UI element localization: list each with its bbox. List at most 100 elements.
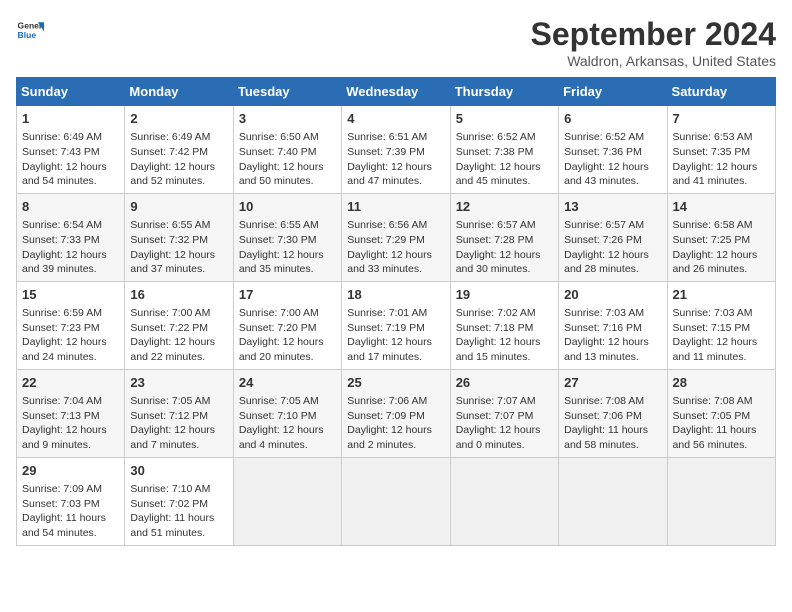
sunset-text: Sunset: 7:26 PM bbox=[564, 234, 642, 246]
calendar-week-3: 15Sunrise: 6:59 AMSunset: 7:23 PMDayligh… bbox=[17, 281, 776, 369]
sunrise-text: Sunrise: 6:51 AM bbox=[347, 131, 427, 143]
day-number: 26 bbox=[456, 374, 553, 392]
calendar-cell: 2Sunrise: 6:49 AMSunset: 7:42 PMDaylight… bbox=[125, 106, 233, 194]
daylight-text: Daylight: 12 hours and 2 minutes. bbox=[347, 424, 432, 451]
sunset-text: Sunset: 7:22 PM bbox=[130, 322, 208, 334]
calendar-cell: 30 Sunrise: 7:10 AM Sunset: 7:02 PM Dayligh… bbox=[125, 457, 233, 545]
page-title: September 2024 bbox=[531, 16, 776, 53]
sunset-text: Sunset: 7:16 PM bbox=[564, 322, 642, 334]
daylight-text: Daylight: 12 hours and 22 minutes. bbox=[130, 336, 215, 363]
sunrise-text: Sunrise: 7:10 AM bbox=[130, 483, 210, 495]
sunrise-text: Sunrise: 7:00 AM bbox=[130, 307, 210, 319]
daylight-text: Daylight: 12 hours and 30 minutes. bbox=[456, 249, 541, 276]
calendar-header-wednesday: Wednesday bbox=[342, 78, 450, 106]
sunset-text: Sunset: 7:32 PM bbox=[130, 234, 208, 246]
day-number: 20 bbox=[564, 286, 661, 304]
day-number: 28 bbox=[673, 374, 770, 392]
calendar-cell: 14Sunrise: 6:58 AMSunset: 7:25 PMDayligh… bbox=[667, 193, 775, 281]
sunset-text: Sunset: 7:03 PM bbox=[22, 498, 100, 510]
daylight-text: Daylight: 11 hours and 54 minutes. bbox=[22, 512, 106, 539]
sunset-text: Sunset: 7:38 PM bbox=[456, 146, 534, 158]
daylight-text: Daylight: 12 hours and 33 minutes. bbox=[347, 249, 432, 276]
daylight-text: Daylight: 12 hours and 20 minutes. bbox=[239, 336, 324, 363]
day-number: 17 bbox=[239, 286, 336, 304]
day-number: 30 bbox=[130, 462, 227, 480]
sunset-text: Sunset: 7:40 PM bbox=[239, 146, 317, 158]
sunrise-text: Sunrise: 6:53 AM bbox=[673, 131, 753, 143]
sunrise-text: Sunrise: 7:00 AM bbox=[239, 307, 319, 319]
day-number: 29 bbox=[22, 462, 119, 480]
calendar-header-friday: Friday bbox=[559, 78, 667, 106]
calendar-cell: 16 Sunrise: 7:00 AM Sunset: 7:22 PM Dayligh… bbox=[125, 281, 233, 369]
sunrise-text: Sunrise: 7:09 AM bbox=[22, 483, 102, 495]
sunset-text: Sunset: 7:42 PM bbox=[130, 146, 208, 158]
daylight-text: Daylight: 12 hours and 41 minutes. bbox=[673, 161, 758, 188]
day-number: 4 bbox=[347, 110, 444, 128]
calendar-cell: 8Sunrise: 6:54 AMSunset: 7:33 PMDaylight… bbox=[17, 193, 125, 281]
page-subtitle: Waldron, Arkansas, United States bbox=[531, 53, 776, 69]
sunset-text: Sunset: 7:15 PM bbox=[673, 322, 751, 334]
day-number: 3 bbox=[239, 110, 336, 128]
daylight-text: Daylight: 11 hours and 58 minutes. bbox=[564, 424, 648, 451]
calendar-cell: 23Sunrise: 7:05 AMSunset: 7:12 PMDayligh… bbox=[125, 369, 233, 457]
title-area: September 2024 Waldron, Arkansas, United… bbox=[531, 16, 776, 69]
calendar-cell: 5Sunrise: 6:52 AMSunset: 7:38 PMDaylight… bbox=[450, 106, 558, 194]
day-number: 18 bbox=[347, 286, 444, 304]
daylight-text: Daylight: 12 hours and 39 minutes. bbox=[22, 249, 107, 276]
day-number: 16 bbox=[130, 286, 227, 304]
calendar-cell: 3 Sunrise: 6:50 AM Sunset: 7:40 PM Daylight… bbox=[233, 106, 341, 194]
calendar-header-sunday: Sunday bbox=[17, 78, 125, 106]
calendar-cell: 13Sunrise: 6:57 AMSunset: 7:26 PMDayligh… bbox=[559, 193, 667, 281]
sunset-text: Sunset: 7:36 PM bbox=[564, 146, 642, 158]
daylight-text: Daylight: 12 hours and 43 minutes. bbox=[564, 161, 649, 188]
sunrise-text: Sunrise: 7:07 AM bbox=[456, 395, 536, 407]
header: General Blue September 2024 Waldron, Ark… bbox=[16, 16, 776, 69]
sunrise-text: Sunrise: 6:54 AM bbox=[22, 219, 102, 231]
logo: General Blue bbox=[16, 16, 44, 44]
daylight-text: Daylight: 12 hours and 50 minutes. bbox=[239, 161, 324, 188]
sunset-text: Sunset: 7:02 PM bbox=[130, 498, 208, 510]
sunset-text: Sunset: 7:29 PM bbox=[347, 234, 425, 246]
sunset-text: Sunset: 7:20 PM bbox=[239, 322, 317, 334]
calendar-header-saturday: Saturday bbox=[667, 78, 775, 106]
daylight-text: Daylight: 12 hours and 45 minutes. bbox=[456, 161, 541, 188]
calendar-cell: 19Sunrise: 7:02 AMSunset: 7:18 PMDayligh… bbox=[450, 281, 558, 369]
daylight-text: Daylight: 12 hours and 13 minutes. bbox=[564, 336, 649, 363]
calendar-cell: 26Sunrise: 7:07 AMSunset: 7:07 PMDayligh… bbox=[450, 369, 558, 457]
sunrise-text: Sunrise: 7:02 AM bbox=[456, 307, 536, 319]
calendar-cell: 20 Sunrise: 7:03 AM Sunset: 7:16 PM Dayligh… bbox=[559, 281, 667, 369]
sunset-text: Sunset: 7:09 PM bbox=[347, 410, 425, 422]
calendar-cell bbox=[233, 457, 341, 545]
day-number: 10 bbox=[239, 198, 336, 216]
calendar-cell: 9Sunrise: 6:55 AMSunset: 7:32 PMDaylight… bbox=[125, 193, 233, 281]
sunset-text: Sunset: 7:35 PM bbox=[673, 146, 751, 158]
day-number: 7 bbox=[673, 110, 770, 128]
day-number: 6 bbox=[564, 110, 661, 128]
calendar-cell: 24Sunrise: 7:05 AMSunset: 7:10 PMDayligh… bbox=[233, 369, 341, 457]
sunset-text: Sunset: 7:05 PM bbox=[673, 410, 751, 422]
day-number: 5 bbox=[456, 110, 553, 128]
daylight-text: Daylight: 12 hours and 17 minutes. bbox=[347, 336, 432, 363]
calendar-cell: 10Sunrise: 6:55 AMSunset: 7:30 PMDayligh… bbox=[233, 193, 341, 281]
calendar-cell: 29 Sunrise: 7:09 AM Sunset: 7:03 PM Dayligh… bbox=[17, 457, 125, 545]
sunrise-text: Sunrise: 6:50 AM bbox=[239, 131, 319, 143]
calendar-header-monday: Monday bbox=[125, 78, 233, 106]
daylight-text: Daylight: 12 hours and 47 minutes. bbox=[347, 161, 432, 188]
day-number: 27 bbox=[564, 374, 661, 392]
sunrise-text: Sunrise: 7:05 AM bbox=[130, 395, 210, 407]
daylight-text: Daylight: 11 hours and 56 minutes. bbox=[673, 424, 757, 451]
calendar-header-row: SundayMondayTuesdayWednesdayThursdayFrid… bbox=[17, 78, 776, 106]
day-number: 15 bbox=[22, 286, 119, 304]
daylight-text: Daylight: 12 hours and 9 minutes. bbox=[22, 424, 107, 451]
calendar-cell: 4Sunrise: 6:51 AMSunset: 7:39 PMDaylight… bbox=[342, 106, 450, 194]
sunrise-text: Sunrise: 7:03 AM bbox=[564, 307, 644, 319]
day-number: 25 bbox=[347, 374, 444, 392]
calendar-cell bbox=[667, 457, 775, 545]
sunrise-text: Sunrise: 7:03 AM bbox=[673, 307, 753, 319]
day-number: 21 bbox=[673, 286, 770, 304]
daylight-text: Daylight: 11 hours and 51 minutes. bbox=[130, 512, 214, 539]
sunset-text: Sunset: 7:25 PM bbox=[673, 234, 751, 246]
sunrise-text: Sunrise: 7:06 AM bbox=[347, 395, 427, 407]
svg-text:Blue: Blue bbox=[18, 30, 37, 40]
sunrise-text: Sunrise: 6:49 AM bbox=[22, 131, 102, 143]
